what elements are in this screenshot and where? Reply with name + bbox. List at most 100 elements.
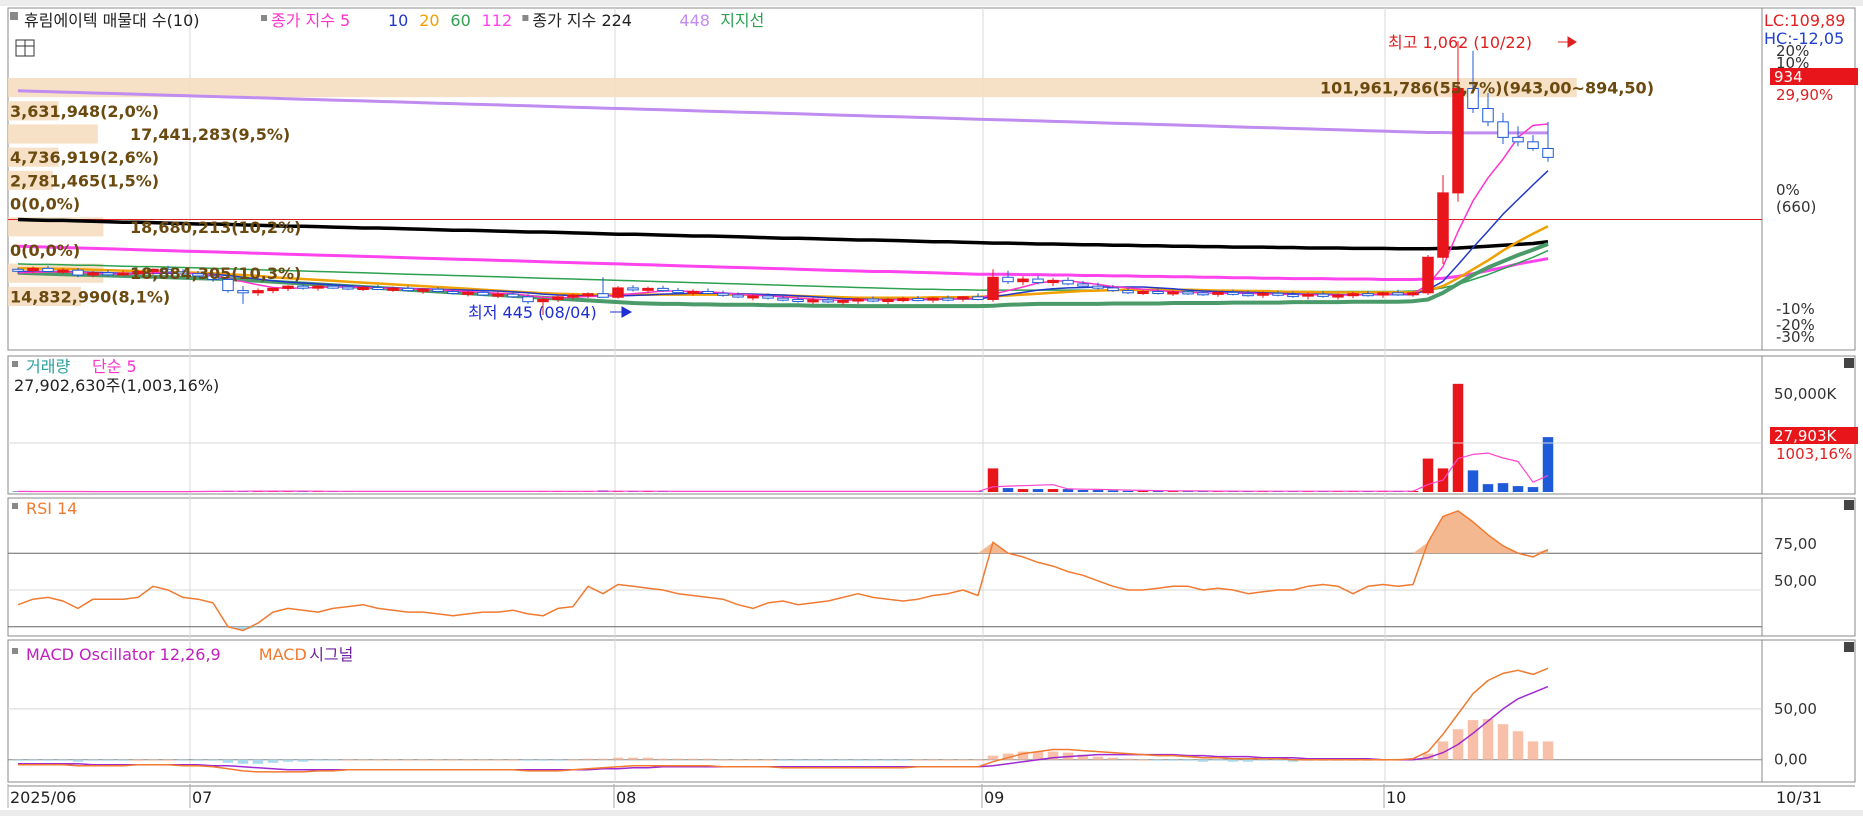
candle-body <box>718 293 729 295</box>
candle-body <box>253 291 264 293</box>
macd-oscillator-bar <box>838 760 849 761</box>
macd-oscillator-bar <box>508 760 519 761</box>
macd-oscillator-bar <box>73 760 84 762</box>
macd-legend-item: 시그널 <box>309 645 353 664</box>
volume-profile-label: 3,631,948(2,0%) <box>10 102 159 121</box>
volume-bar <box>1003 488 1014 492</box>
panel-close-icon <box>1844 642 1854 652</box>
volume-legend-item: 단순 5 <box>92 357 137 376</box>
x-axis-label: 09 <box>984 788 1004 807</box>
macd-oscillator-bar <box>658 759 669 760</box>
toolbar-strip <box>0 0 1863 6</box>
macd-oscillator-bar <box>418 760 429 761</box>
macd-legend-item: MACD Oscillator 12,26,9 <box>26 645 221 664</box>
candle-body <box>1228 292 1239 294</box>
rsi-legend: RSI 14 <box>26 499 77 518</box>
x-axis-label: 07 <box>192 788 212 807</box>
price-tag-label: 934 <box>1774 68 1803 86</box>
macd-oscillator-bar <box>1528 741 1539 759</box>
stock-chart: 101,961,786(55,7%)(943,00~894,50)3,631,9… <box>0 0 1863 816</box>
candle-body <box>373 287 384 289</box>
candle-body <box>1153 291 1164 293</box>
candle-body <box>283 286 294 288</box>
volume-bar <box>1543 437 1554 492</box>
macd-oscillator-bar <box>1243 760 1254 762</box>
price-legend-item: 지지선 <box>720 11 764 30</box>
volume-bar <box>1528 487 1539 492</box>
candle-body <box>1018 279 1029 282</box>
macd-oscillator-bar <box>1138 760 1149 761</box>
candle-body <box>1303 294 1314 296</box>
volume-profile-label: 4,736,919(2,6%) <box>10 148 159 167</box>
candle-body <box>1138 291 1149 293</box>
macd-level-label: 0,00 <box>1774 751 1807 769</box>
high-annotation: 최고 1,062 (10/22) <box>1388 33 1532 52</box>
lc-label: LC:109,89 <box>1764 11 1845 30</box>
macd-oscillator-bar <box>1093 757 1104 760</box>
volume-tag-pct: 1003,16% <box>1776 445 1852 463</box>
candle-body <box>508 294 519 297</box>
candle-body <box>1003 277 1014 281</box>
macd-oscillator-bar <box>958 760 969 761</box>
volume-panel-frame <box>8 356 1855 494</box>
candle-body <box>943 298 954 300</box>
low-annotation: 최저 445 (08/04) <box>468 303 597 322</box>
candle-body <box>1183 292 1194 294</box>
macd-oscillator-bar <box>628 758 639 760</box>
macd-oscillator-bar <box>163 760 174 761</box>
volume-tag-label: 27,903K <box>1774 427 1837 445</box>
candle-body <box>1093 286 1104 288</box>
candle-body <box>1288 295 1299 297</box>
macd-oscillator-bar <box>328 760 339 761</box>
x-axis-end-label: 10/31 <box>1776 788 1822 807</box>
macd-oscillator-bar <box>1498 724 1509 760</box>
candle-body <box>1528 142 1539 149</box>
candle-body <box>763 296 774 298</box>
volume-bar <box>1018 489 1029 492</box>
rsi-level-label: 50,00 <box>1774 572 1817 590</box>
macd-oscillator-bar <box>433 760 444 761</box>
macd-level-label: 50,00 <box>1774 700 1817 718</box>
candle-body <box>538 299 549 301</box>
candle-body <box>13 269 24 271</box>
volume-legend-item: 거래량 <box>26 357 70 376</box>
candle-body <box>1423 257 1434 293</box>
price-legend-item: 종가 지수 5 <box>271 11 350 30</box>
candle-body <box>1108 288 1119 291</box>
candle-body <box>553 297 564 300</box>
macd-oscillator-bar <box>973 760 984 761</box>
macd-oscillator-bar <box>1168 760 1179 761</box>
candle-body <box>913 299 924 301</box>
candle-body <box>103 273 114 275</box>
candle-body <box>268 288 279 290</box>
candle-body <box>313 286 324 288</box>
candle-body <box>823 300 834 302</box>
candle-body <box>58 270 69 272</box>
macd-oscillator-bar <box>1228 760 1239 762</box>
macd-oscillator-bar <box>13 760 24 761</box>
pct-tag-label: 29,90% <box>1776 86 1833 104</box>
candle-body <box>1453 89 1464 193</box>
macd-oscillator-bar <box>1468 720 1479 760</box>
candle-body <box>1438 193 1449 257</box>
candle-body <box>298 286 309 288</box>
candle-body <box>748 296 759 298</box>
candle-body <box>358 287 369 289</box>
macd-oscillator-bar <box>223 760 234 763</box>
macd-oscillator-bar <box>43 760 54 761</box>
macd-oscillator-bar <box>778 760 789 761</box>
macd-oscillator-bar <box>733 760 744 761</box>
macd-oscillator-bar <box>1258 760 1269 761</box>
macd-oscillator-bar <box>988 756 999 760</box>
candle-body <box>1333 295 1344 297</box>
candle-body <box>898 299 909 301</box>
candle-body <box>343 287 354 289</box>
candle-body <box>688 291 699 293</box>
scrollbar-track <box>0 810 1863 816</box>
candle-body <box>433 289 444 291</box>
price-legend-item: 휴림에이텍 매물대 수(10) <box>24 11 200 30</box>
macd-oscillator-bar <box>208 760 219 761</box>
price-legend-item: 60 <box>450 11 470 30</box>
macd-oscillator-bar <box>703 759 714 760</box>
candle-body <box>598 294 609 298</box>
